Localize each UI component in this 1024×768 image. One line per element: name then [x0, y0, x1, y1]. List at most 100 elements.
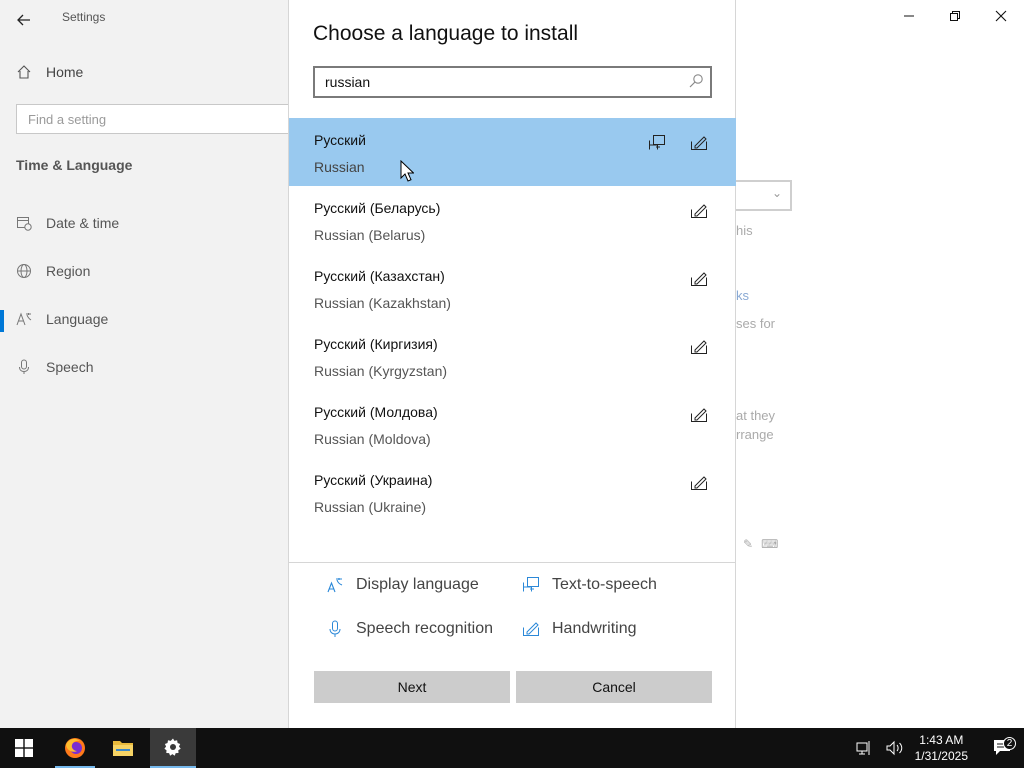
cancel-button[interactable]: Cancel	[516, 671, 712, 703]
choose-language-dialog: Choose a language to install Русский Rus…	[288, 0, 736, 728]
screen: Settings Home Find a setting Time & Lang…	[0, 0, 1024, 768]
search-icon[interactable]	[688, 73, 704, 89]
settings-gear-icon	[164, 738, 181, 756]
list-item[interactable]: Русский (Казахстан) Russian (Kazakhstan)	[289, 254, 736, 322]
close-button[interactable]	[978, 0, 1024, 32]
action-center-button[interactable]: 2	[982, 737, 1024, 758]
window-controls	[886, 0, 1024, 32]
list-item[interactable]: Русский (Украина) Russian (Ukraine)	[289, 458, 736, 526]
restore-button[interactable]	[932, 0, 978, 32]
display-language-icon	[327, 578, 343, 593]
language-search-input[interactable]	[315, 68, 675, 96]
close-icon	[995, 10, 1007, 22]
handwriting-icon	[691, 204, 707, 218]
handwriting-icon	[691, 136, 707, 150]
handwriting-icon	[691, 476, 707, 490]
home-label: Home	[46, 64, 84, 80]
taskbar-file-explorer[interactable]	[99, 728, 147, 768]
microphone-icon	[329, 620, 341, 637]
list-item[interactable]: Русский (Молдова) Russian (Moldova)	[289, 390, 736, 458]
language-list: Русский Russian Русский (Беларусь) Russi…	[289, 118, 736, 526]
language-english-name: Russian (Belarus)	[314, 227, 426, 243]
dialog-title: Choose a language to install	[313, 22, 579, 45]
find-setting-input[interactable]: Find a setting	[16, 104, 306, 134]
nav-label-language: Language	[46, 311, 109, 327]
network-icon	[856, 741, 870, 755]
nav-label-speech: Speech	[46, 359, 94, 375]
handwriting-icon: ✎	[743, 537, 754, 551]
language-english-name: Russian (Kyrgyzstan)	[314, 363, 448, 379]
legend-speech-recognition: Speech recognition	[326, 620, 493, 638]
handwriting-icon	[691, 340, 707, 354]
nav-item-language[interactable]: Language	[16, 311, 108, 327]
notification-count-badge: 2	[1003, 737, 1016, 750]
language-icon	[16, 312, 32, 326]
list-item[interactable]: Русский Russian	[289, 118, 736, 186]
legend-display-language: Display language	[326, 576, 479, 594]
legend-handwriting-label: Handwriting	[552, 620, 637, 637]
legend-display-language-label: Display language	[356, 576, 479, 593]
background-text-4: at they	[736, 408, 776, 423]
language-search-box[interactable]	[313, 66, 712, 98]
clock-time: 1:43 AM	[919, 733, 964, 747]
section-heading: Time & Language	[16, 157, 133, 173]
find-setting-placeholder: Find a setting	[28, 112, 107, 127]
nav-item-region[interactable]: Region	[16, 263, 90, 279]
start-button[interactable]	[0, 728, 48, 768]
legend-handwriting: Handwriting	[522, 620, 636, 638]
taskbar-settings[interactable]	[150, 728, 196, 768]
minimize-button[interactable]	[886, 0, 932, 32]
language-english-name: Russian (Moldova)	[314, 431, 431, 447]
text-to-speech-icon	[523, 577, 539, 592]
handwriting-icon	[691, 408, 707, 422]
language-native-name: Русский (Молдова)	[314, 404, 438, 420]
nav-label-date-time: Date & time	[46, 215, 120, 231]
language-native-name: Русский (Беларусь)	[314, 200, 441, 216]
language-english-name: Russian (Kazakhstan)	[314, 295, 451, 311]
list-item[interactable]: Русский (Беларусь) Russian (Belarus)	[289, 186, 736, 254]
text-to-speech-icon	[649, 135, 665, 150]
divider	[289, 562, 736, 563]
clock[interactable]: 1:43 AM 1/31/2025	[915, 732, 968, 764]
background-text-5: rrange	[736, 427, 774, 442]
background-link-text[interactable]: ks	[736, 288, 749, 303]
globe-icon	[17, 264, 31, 278]
back-arrow-icon	[17, 14, 30, 26]
volume-icon	[886, 740, 902, 756]
nav-label-region: Region	[46, 263, 91, 279]
language-english-name: Russian	[314, 159, 365, 175]
settings-main-area	[736, 0, 1024, 728]
home-nav[interactable]: Home	[16, 64, 83, 80]
legend-text-to-speech-label: Text-to-speech	[552, 576, 657, 593]
chevron-down-icon: ⌄	[771, 186, 782, 200]
language-native-name: Русский (Казахстан)	[314, 268, 445, 284]
file-explorer-icon	[113, 741, 133, 756]
next-button[interactable]: Next	[314, 671, 510, 703]
nav-active-indicator	[0, 310, 4, 332]
handwriting-icon	[523, 622, 539, 636]
volume-button[interactable]	[883, 740, 907, 756]
window-title: Settings	[62, 10, 106, 24]
system-tray: 1:43 AM 1/31/2025 2	[853, 728, 1024, 768]
minimize-icon	[904, 15, 914, 17]
language-native-name: Русский (Киргизия)	[314, 336, 438, 352]
background-feature-icons: ✎ ⌨	[743, 537, 778, 551]
legend-text-to-speech: Text-to-speech	[522, 576, 657, 594]
background-dropdown[interactable]: ⌄	[736, 180, 792, 211]
taskbar-firefox[interactable]	[51, 728, 99, 768]
background-text-1: his	[736, 223, 753, 238]
back-button[interactable]	[8, 4, 40, 28]
network-button[interactable]	[853, 740, 877, 756]
mouse-cursor-icon	[400, 160, 414, 182]
keyboard-icon: ⌨	[761, 537, 779, 551]
background-text-3: ses for	[736, 316, 776, 331]
nav-item-date-time[interactable]: Date & time	[16, 215, 119, 231]
list-item[interactable]: Русский (Киргизия) Russian (Kyrgyzstan)	[289, 322, 736, 390]
clock-date: 1/31/2025	[914, 749, 968, 763]
microphone-icon	[19, 359, 29, 374]
home-icon	[17, 65, 31, 79]
language-native-name: Русский (Украина)	[314, 472, 433, 488]
language-english-name: Russian (Ukraine)	[314, 499, 427, 515]
handwriting-icon	[691, 272, 707, 286]
nav-item-speech[interactable]: Speech	[16, 359, 93, 375]
